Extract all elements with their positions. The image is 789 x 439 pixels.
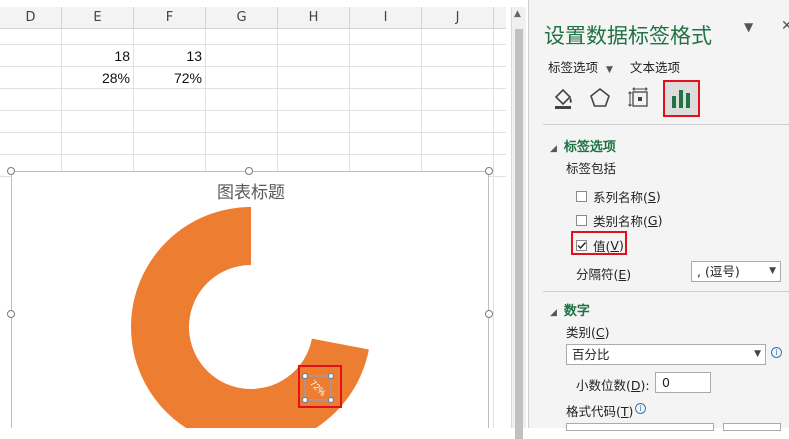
effects-pentagon-icon[interactable] xyxy=(582,80,618,116)
column-header-partial xyxy=(494,7,506,29)
number-category-suffix: ) xyxy=(604,325,610,340)
chart-resize-handle[interactable] xyxy=(7,310,15,318)
chevron-down-icon: ▼ xyxy=(769,266,776,276)
worksheet-grid[interactable]: D E F G H I J 18 13 28% 72% 图表标题 72% xyxy=(0,0,506,428)
number-category-value: 百分比 xyxy=(572,347,610,362)
icon-tab-highlight xyxy=(663,80,700,117)
decimal-places-input[interactable]: 0 xyxy=(655,372,711,393)
pane-close-icon[interactable]: ✕ xyxy=(781,18,789,34)
column-header-f[interactable]: F xyxy=(134,7,206,29)
chevron-down-icon: ▼ xyxy=(754,349,761,359)
column-header-h[interactable]: H xyxy=(278,7,350,29)
tab-label-options-text: 标签选项 xyxy=(548,60,599,75)
separator-select[interactable]: , (逗号) ▼ xyxy=(691,261,781,282)
section-label-options[interactable]: ◢ 标签选项 xyxy=(550,136,616,155)
size-properties-icon[interactable] xyxy=(622,80,658,116)
format-code-accesskey: T xyxy=(620,404,629,419)
separator-label-text: 分隔符( xyxy=(576,267,619,282)
checkbox-series-name[interactable]: 系列名称(S) xyxy=(576,187,661,206)
scroll-up-arrow-icon[interactable]: ▲ xyxy=(514,9,521,19)
number-category-label: 类别(C) xyxy=(566,322,610,341)
format-code-suffix: ) xyxy=(628,404,634,419)
format-code-add-button[interactable] xyxy=(723,423,781,431)
gridline xyxy=(0,110,506,111)
vertical-scrollbar[interactable]: ▲ xyxy=(511,7,526,439)
decimal-places-label: 小数位数(D): xyxy=(576,375,650,394)
format-code-input[interactable] xyxy=(566,423,714,431)
chart-area[interactable]: 图表标题 72% xyxy=(11,171,489,428)
column-header-e[interactable]: E xyxy=(62,7,134,29)
doughnut-chart[interactable]: 72% xyxy=(12,172,490,428)
data-label-highlight xyxy=(298,365,342,408)
series-name-accesskey: S xyxy=(647,189,656,204)
checkbox-box[interactable] xyxy=(576,215,587,226)
chart-resize-handle[interactable] xyxy=(485,167,493,175)
section-number-text: 数字 xyxy=(563,304,590,319)
scrollbar-thumb[interactable] xyxy=(515,29,523,439)
separator-label: 分隔符(E) xyxy=(576,264,631,283)
series-name-suffix: ) xyxy=(655,189,661,204)
number-category-accesskey: C xyxy=(595,325,605,340)
gridline xyxy=(0,132,506,133)
doughnut-slice[interactable] xyxy=(251,207,372,350)
series-name-text: 系列名称( xyxy=(593,190,648,205)
decimal-places-text: 小数位数( xyxy=(576,378,631,393)
cell-e-value[interactable]: 18 xyxy=(62,45,134,67)
chart-resize-handle[interactable] xyxy=(245,167,253,175)
chart-resize-handle[interactable] xyxy=(7,167,15,175)
pane-title: 设置数据标签格式 xyxy=(544,24,712,48)
format-code-label: 格式代码(T) xyxy=(566,401,633,420)
column-header-i[interactable]: I xyxy=(350,7,422,29)
cell-f-value[interactable]: 13 xyxy=(134,45,206,67)
cell-f-percent[interactable]: 72% xyxy=(134,67,206,89)
separator-suffix: ) xyxy=(626,267,632,282)
checkbox-box[interactable] xyxy=(576,191,587,202)
decimal-places-accesskey: D xyxy=(630,378,641,393)
tab-label-options[interactable]: 标签选项 ▼ xyxy=(548,57,613,76)
column-header-j[interactable]: J xyxy=(422,7,494,29)
label-contains-heading: 标签包括 xyxy=(566,161,617,176)
category-name-accesskey: G xyxy=(647,213,658,228)
value-checkbox-highlight xyxy=(571,231,627,255)
active-tab-pointer xyxy=(675,117,689,124)
category-name-text: 类别名称( xyxy=(593,214,648,229)
separator-select-value: , (逗号) xyxy=(697,264,740,279)
info-icon[interactable]: i xyxy=(635,403,646,414)
section-label-options-text: 标签选项 xyxy=(563,140,616,155)
number-category-select[interactable]: 百分比 ▼ xyxy=(566,344,766,365)
collapse-triangle-icon: ◢ xyxy=(550,144,557,154)
collapse-triangle-icon: ◢ xyxy=(550,308,557,318)
section-number[interactable]: ◢ 数字 xyxy=(550,300,590,319)
format-code-text: 格式代码( xyxy=(566,404,621,419)
pane-divider xyxy=(543,291,789,292)
info-icon[interactable]: i xyxy=(771,347,782,358)
gridline xyxy=(0,154,506,155)
category-name-suffix: ) xyxy=(657,213,663,228)
checkbox-category-name[interactable]: 类别名称(G) xyxy=(576,211,662,230)
number-category-text: 类别( xyxy=(566,325,596,340)
decimal-places-suffix: ): xyxy=(640,378,650,393)
format-data-labels-pane: 设置数据标签格式 ▼ ✕ 标签选项 ▼ 文本选项 ◢ 标签选项 标签包括 系列名… xyxy=(528,0,789,431)
fill-line-icon[interactable] xyxy=(545,80,581,116)
column-header-d[interactable]: D xyxy=(0,7,62,29)
pane-options-chevron-icon[interactable]: ▼ xyxy=(744,20,753,34)
chart-resize-handle[interactable] xyxy=(485,310,493,318)
column-header-g[interactable]: G xyxy=(206,7,278,29)
chevron-down-icon: ▼ xyxy=(606,65,613,75)
tab-text-options[interactable]: 文本选项 xyxy=(630,57,680,76)
pane-divider xyxy=(543,124,789,125)
cell-e-percent[interactable]: 28% xyxy=(62,67,134,89)
